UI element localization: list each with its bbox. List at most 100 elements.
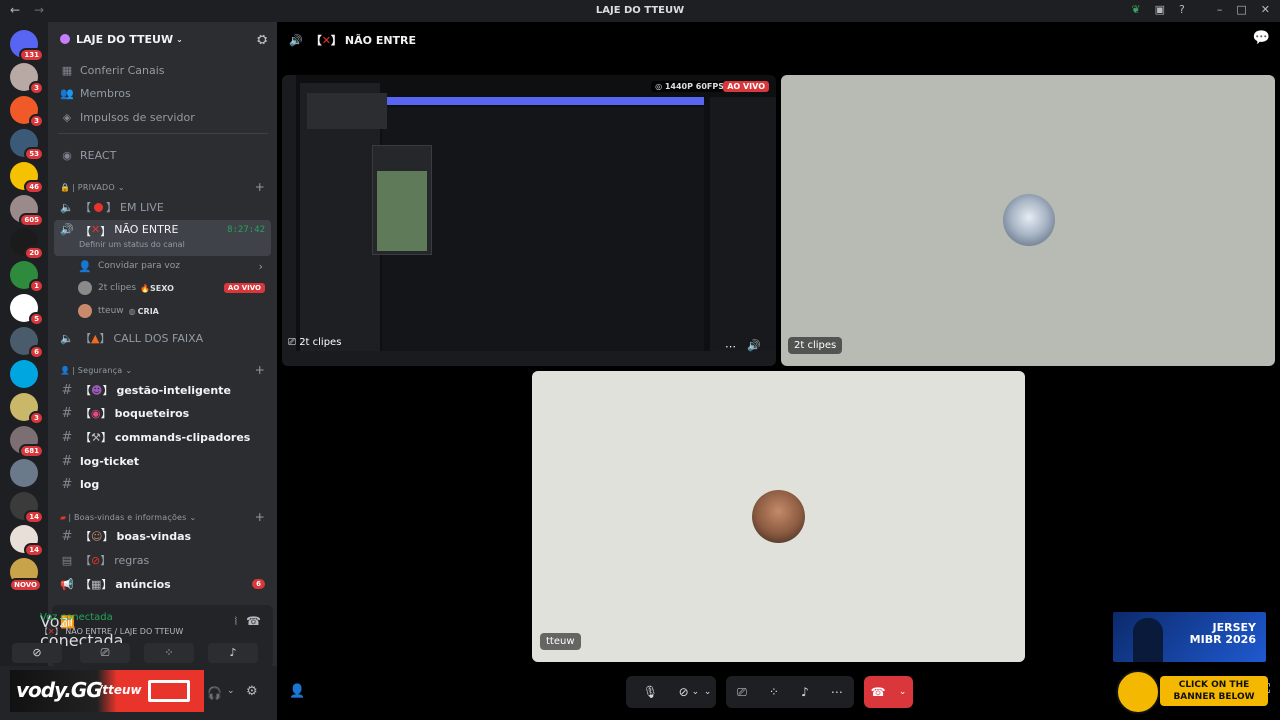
camera-control[interactable]: ⊘ ⌄ <box>671 676 719 708</box>
server-icon[interactable]: 681 <box>10 426 44 458</box>
nav-server-boost[interactable]: ◈ Impulsos de servidor <box>48 107 277 127</box>
voice-status-label: Voz conectada <box>40 612 113 623</box>
inbox-icon[interactable]: ▣ <box>1155 3 1165 16</box>
nav-browse-channels[interactable]: ▦ Conferir Canais <box>48 60 277 80</box>
server-icon[interactable] <box>10 459 38 487</box>
voice-location[interactable]: 【✕】 NÃO ENTRE / LAJE DO TTEUW <box>40 626 183 637</box>
channel-status-hint[interactable]: Definir um status do canal <box>79 240 185 249</box>
server-icon[interactable]: NOVO <box>9 558 42 592</box>
channel-react[interactable]: ◉ REACT <box>48 145 277 165</box>
hash-icon: # <box>61 453 73 469</box>
cone-icon: ▲ <box>91 331 100 345</box>
participant-name-tag: 2t clipes <box>788 337 843 354</box>
server-icon[interactable]: 20 <box>10 228 44 260</box>
close-icon[interactable]: ✕ <box>1261 3 1270 16</box>
chevron-down-icon[interactable]: ⌄ <box>227 686 235 696</box>
camera-off-icon: ⊘ <box>678 685 689 699</box>
invite-to-voice[interactable]: 👤 Convidar para voz › <box>48 256 277 276</box>
category-boas-vindas[interactable]: ▰ | Boas-vindas e informações ⌄ + <box>48 510 277 524</box>
server-icon[interactable]: 605 <box>10 195 44 227</box>
text-channel-log-ticket[interactable]: # log-ticket <box>48 451 277 471</box>
voice-channel-em-live[interactable]: 🔈 【】 EM LIVE <box>48 197 277 217</box>
server-icon[interactable]: 6 <box>10 327 44 359</box>
lock-icon: 🔒 <box>60 182 71 192</box>
add-channel-icon[interactable]: + <box>255 510 265 524</box>
server-badge: 3 <box>29 411 44 425</box>
hash-icon: # <box>61 476 73 492</box>
guild-header[interactable]: LAJE DO TTEUW ⌄ ⛭ <box>48 22 277 56</box>
cta-button: CLICK ON THE BANNER BELOW <box>1160 676 1268 706</box>
server-icon[interactable]: 3 <box>10 393 44 425</box>
text-channel-log[interactable]: # log <box>48 474 277 494</box>
server-icon[interactable]: 131 <box>10 30 44 62</box>
screen-share-button[interactable]: ⎚ <box>80 643 130 663</box>
server-icon[interactable]: 14 <box>10 525 44 557</box>
stream-preview <box>282 75 776 366</box>
add-member-icon[interactable]: ⛭ <box>257 32 267 47</box>
more-options-icon[interactable]: ⋯ <box>831 685 843 699</box>
activities-icon[interactable]: ⁘ <box>769 685 779 699</box>
devil-icon: ☻ <box>91 383 103 397</box>
minimize-icon[interactable]: – <box>1217 3 1223 16</box>
server-icon[interactable]: 14 <box>10 492 44 524</box>
hash-icon: # <box>61 382 73 398</box>
text-channel-boas-vindas[interactable]: # 【☺】 boas-vindas <box>48 526 277 546</box>
server-icon[interactable]: 53 <box>10 129 44 161</box>
server-icon[interactable]: 3 <box>10 96 44 128</box>
server-badge: 46 <box>24 180 44 194</box>
text-channel-gestao[interactable]: # 【☻】 gestão-inteligente <box>48 380 277 400</box>
microphone-icon: 🎙 <box>642 685 659 699</box>
headset-icon[interactable]: 🎧 <box>207 686 222 700</box>
activities-icon: ⁘ <box>164 646 174 659</box>
voice-user-tteuw[interactable]: tteuw ◍ CRIA <box>48 301 277 321</box>
chat-icon[interactable]: 💬 <box>1253 30 1270 46</box>
add-friend-icon[interactable]: 👤 <box>289 684 305 699</box>
leaf-icon[interactable]: ❦ <box>1131 3 1140 16</box>
channel-header: 🔊 【✕】 NÃO ENTRE <box>289 33 417 48</box>
participant-tile[interactable]: tteuw <box>532 371 1025 662</box>
sponsor-ad[interactable]: JERSEY MIBR 2026 <box>1113 612 1266 662</box>
help-icon[interactable]: ? <box>1179 3 1185 16</box>
banner-handle: /tteuw <box>98 683 142 697</box>
text-channel-anuncios[interactable]: 📢 【▦】 anúncios 6 <box>48 574 277 594</box>
server-badge: 20 <box>24 246 44 260</box>
text-channel-regras[interactable]: ▤ 【⊘】 regras <box>48 550 277 570</box>
cross-mark-icon: ✕ <box>48 627 55 636</box>
server-badge: 6 <box>29 345 44 359</box>
server-icon[interactable]: 3 <box>10 63 44 95</box>
voice-channel-call-faixa[interactable]: 🔈 【▲】 CALL DOS FAIXA <box>48 328 277 348</box>
more-options-icon[interactable]: ⋯ <box>725 340 736 353</box>
participant-tile[interactable]: 2t clipes <box>781 75 1275 366</box>
server-icon[interactable]: 46 <box>10 162 44 194</box>
add-channel-icon[interactable]: + <box>255 363 265 377</box>
stream-tile[interactable]: ◎ 1440P 60FPS AO VIVO ⎚ 2t clipes ⋯ 🔊 <box>282 75 776 366</box>
disconnect-button[interactable]: ☎ ⌄ <box>864 676 913 708</box>
add-person-icon: 👤 <box>78 259 92 273</box>
camera-toggle-button[interactable]: ⊘ <box>12 643 62 663</box>
server-icon[interactable]: 1 <box>10 261 44 293</box>
screen-share-icon[interactable]: ⎚ <box>737 685 747 700</box>
server-badge: 53 <box>24 147 44 161</box>
add-channel-icon[interactable]: + <box>255 180 265 194</box>
hash-icon: # <box>61 528 73 544</box>
settings-gear-icon[interactable]: ⚙ <box>246 684 258 699</box>
text-channel-commands[interactable]: # 【⚒】 commands-clipadores <box>48 427 277 447</box>
nav-members[interactable]: 👥 Membros <box>48 83 277 103</box>
category-privado[interactable]: 🔒 | PRIVADO ⌄ + <box>48 180 277 194</box>
text-channel-boqueteiros[interactable]: # 【◉】 boqueteiros <box>48 403 277 423</box>
soundboard-button[interactable]: ♪ <box>208 643 258 663</box>
megaphone-icon: 📢 <box>60 577 74 591</box>
noise-suppression-icon[interactable]: ⦚ <box>235 615 237 629</box>
sponsor-cta[interactable]: CLICK ON THE BANNER BELOW <box>1116 670 1268 714</box>
server-icon[interactable] <box>10 360 38 388</box>
chevron-right-icon: › <box>258 259 263 273</box>
category-seguranca[interactable]: 👤 | Segurança ⌄ + <box>48 363 277 377</box>
maximize-icon[interactable]: □ <box>1236 3 1246 16</box>
voice-user-2tclipes[interactable]: 2t clipes 🔥 SEXO AO VIVO <box>48 278 277 298</box>
activities-button[interactable]: ⁘ <box>144 643 194 663</box>
disconnect-icon[interactable]: ☎ <box>246 614 261 628</box>
soundboard-icon[interactable]: ♪ <box>801 685 809 699</box>
server-icon[interactable]: 5 <box>10 294 44 326</box>
voice-channel-nao-entre[interactable]: 🔊 【✕】 NÃO ENTRE 8:27:42 Definir um statu… <box>54 220 271 256</box>
volume-icon[interactable]: 🔊 <box>747 339 761 352</box>
